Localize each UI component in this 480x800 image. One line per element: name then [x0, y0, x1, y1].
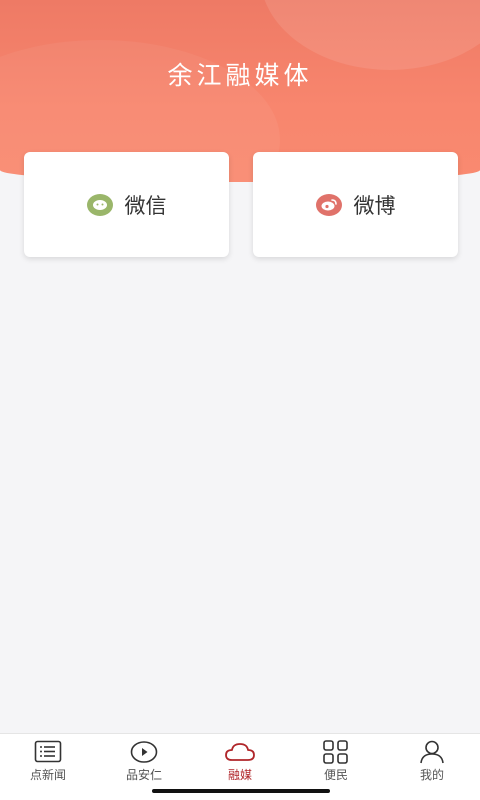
page-title: 余江融媒体: [167, 61, 313, 90]
weibo-label: 微博: [353, 193, 396, 218]
weibo-card[interactable]: 微博: [253, 152, 458, 257]
user-profile-icon: [420, 740, 444, 764]
grid-apps-icon: [323, 740, 348, 764]
news-list-icon: [34, 740, 62, 763]
tab-news[interactable]: 点新闻: [0, 734, 96, 800]
tab-anren-label: 品安仁: [125, 768, 162, 782]
cloud-icon: [225, 743, 255, 761]
wechat-card[interactable]: 微信: [24, 152, 229, 257]
tab-news-label: 点新闻: [29, 768, 66, 782]
tab-services-label: 便民: [323, 768, 348, 782]
weibo-icon: [315, 193, 342, 216]
bottom-tab-bar: 点新闻 品安仁 融媒 便民 我的: [0, 733, 480, 800]
home-indicator: [152, 789, 330, 793]
wechat-icon: [86, 193, 113, 216]
tab-mine[interactable]: 我的: [384, 734, 480, 800]
tab-media-label: 融媒: [227, 768, 252, 782]
play-video-icon: [130, 741, 158, 763]
tab-mine-label: 我的: [419, 768, 444, 782]
wechat-label: 微信: [124, 193, 167, 218]
